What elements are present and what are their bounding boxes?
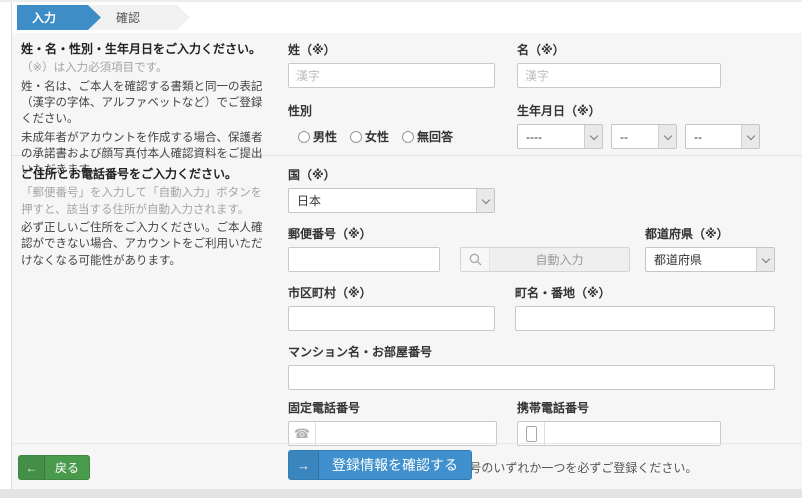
gender-field: 性別 男性 女性 無回答 [288,102,495,149]
postal-code-field: 郵便番号（※） [288,225,440,272]
breadcrumb-step-input[interactable]: 入力 [17,5,101,30]
back-button[interactable]: ← 戻る [18,455,90,480]
gender-option-male[interactable]: 男性 [298,128,337,145]
autofill-button[interactable]: 自動入力 [490,248,629,271]
footer-bar: ← 戻る → 登録情報を確認する [12,443,802,489]
last-name-field: 姓（※） [288,41,495,88]
breadcrumb-step-input-label: 入力 [32,9,56,26]
last-name-input[interactable] [288,63,495,88]
landline-field: 固定電話番号 ☎ [288,399,497,446]
landline-phone-icon: ☎ [289,422,316,445]
confirm-registration-button[interactable]: → 登録情報を確認する [288,450,472,480]
birth-year-select[interactable]: ---- [517,124,603,149]
bottom-strip [0,489,802,498]
back-button-label: 戻る [45,456,89,479]
first-name-field: 名（※） [517,41,721,88]
birthdate-field: 生年月日（※） ---- -- -- [517,102,760,149]
gender-option-noanswer[interactable]: 無回答 [402,128,453,145]
chevron-down-icon [741,125,759,148]
building-input[interactable] [288,365,775,390]
birth-year-value: ---- [518,125,542,148]
street-field: 町名・番地（※） [515,284,775,331]
mobile-input[interactable] [545,422,720,445]
confirm-button-label: 登録情報を確認する [319,451,471,479]
mobile-label: 携帯電話番号 [517,399,721,416]
verify-desc: 必ず正しいご住所をご入力ください。ご本人確認ができない場合、アカウントをご利用い… [21,220,271,269]
radio-button-icon [402,131,414,143]
form-panel: 入力 確認 姓・名・性別・生年月日をご入力ください。 （※）は入力必須項目です。… [11,2,802,489]
breadcrumb-step-confirm-label: 確認 [116,9,140,26]
city-field: 市区町村（※） [288,284,495,331]
birth-day-select[interactable]: -- [685,124,760,149]
landline-label: 固定電話番号 [288,399,497,416]
first-name-input[interactable] [517,63,721,88]
country-label: 国（※） [288,166,495,183]
postal-code-input[interactable] [288,247,440,272]
prefecture-value: 都道府県 [646,248,702,271]
search-icon [461,248,490,271]
country-value: 日本 [289,189,321,212]
last-name-label: 姓（※） [288,41,495,58]
prefecture-field: 都道府県（※） 都道府県 [645,225,775,272]
radio-button-icon [298,131,310,143]
autofill-desc: 「郵便番号」を入力して「自動入力」ボタンを押すと、該当する住所が自動入力されます… [21,185,271,218]
gender-label: 性別 [288,102,495,119]
section-personal-instructions: 姓・名・性別・生年月日をご入力ください。 （※）は入力必須項目です。 姓・名は、… [12,41,271,180]
section-personal-heading: 姓・名・性別・生年月日をご入力ください。 [21,41,271,57]
country-field: 国（※） 日本 [288,166,495,213]
prefecture-label: 都道府県（※） [645,225,775,242]
building-field: マンション名・お部屋番号 [288,343,775,390]
mobile-field: 携帯電話番号 [517,399,721,446]
chevron-down-icon [476,189,494,212]
birth-day-value: -- [686,125,702,148]
chevron-down-icon [756,248,774,271]
country-select[interactable]: 日本 [288,188,495,213]
chevron-down-icon [584,125,602,148]
landline-input[interactable] [316,422,496,445]
breadcrumb: 入力 確認 [12,2,802,33]
radio-button-icon [350,131,362,143]
prefecture-select[interactable]: 都道府県 [645,247,775,272]
breadcrumb-step-confirm[interactable]: 確認 [90,5,190,30]
required-note: （※）は入力必須項目です。 [21,60,271,76]
section-address-instructions: ご住所とお電話番号をご入力ください。 「郵便番号」を入力して「自動入力」ボタンを… [12,166,271,271]
gender-option-female-label: 女性 [365,128,389,145]
autofill-control: 自動入力 [460,247,630,272]
arrow-left-icon: ← [19,456,45,479]
birth-month-value: -- [612,125,628,148]
section-personal: 姓・名・性別・生年月日をご入力ください。 （※）は入力必須項目です。 姓・名は、… [12,33,802,156]
arrow-right-icon: → [289,451,319,479]
city-label: 市区町村（※） [288,284,495,301]
street-label: 町名・番地（※） [515,284,775,301]
gender-option-female[interactable]: 女性 [350,128,389,145]
chevron-down-icon [658,125,676,148]
building-label: マンション名・お部屋番号 [288,343,775,360]
registration-desc: 姓・名は、ご本人を確認する書類と同一の表記（漢字の字体、アルファベットなど）でご… [21,79,271,128]
city-input[interactable] [288,306,495,331]
gender-radio-group: 男性 女性 無回答 [288,124,495,149]
gender-option-noanswer-label: 無回答 [417,128,453,145]
gender-option-male-label: 男性 [313,128,337,145]
mobile-phone-icon [518,422,545,445]
postal-code-label: 郵便番号（※） [288,225,440,242]
section-address: ご住所とお電話番号をご入力ください。 「郵便番号」を入力して「自動入力」ボタンを… [12,156,802,476]
street-input[interactable] [515,306,775,331]
section-address-heading: ご住所とお電話番号をご入力ください。 [21,166,271,182]
birth-month-select[interactable]: -- [611,124,677,149]
first-name-label: 名（※） [517,41,721,58]
birthdate-label: 生年月日（※） [517,102,760,119]
